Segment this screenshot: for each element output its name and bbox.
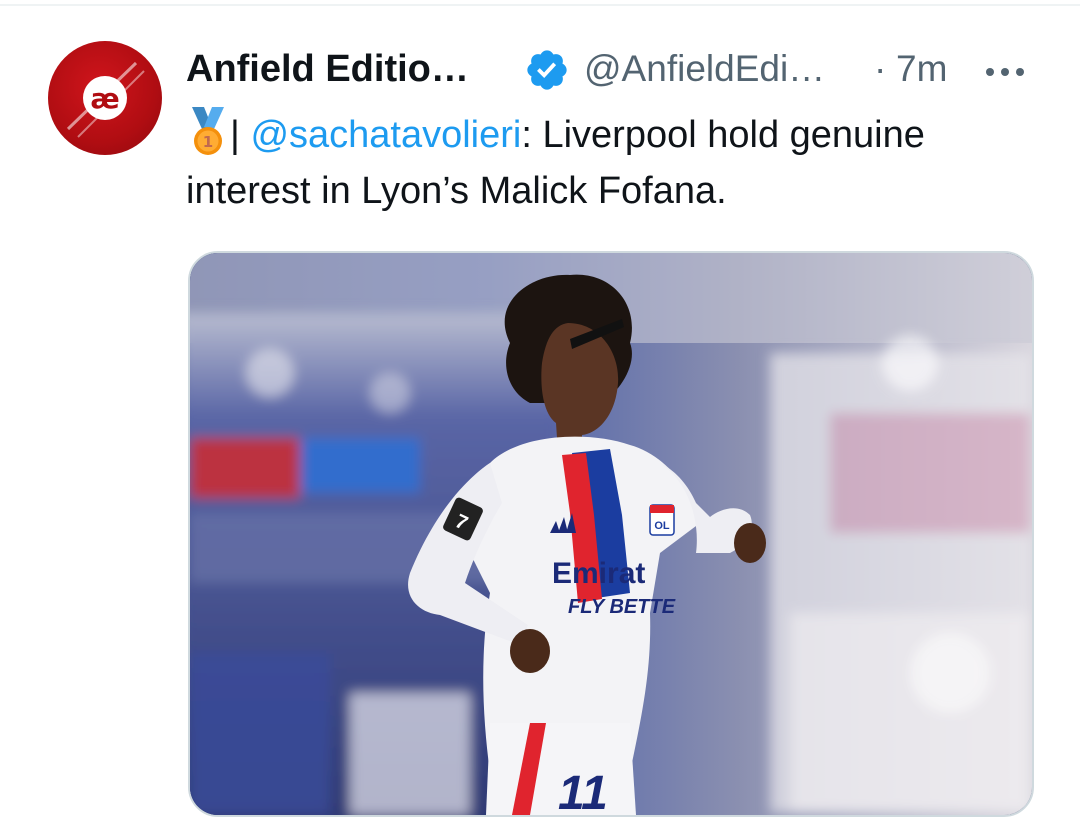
shirt-sponsor-2: FLY BETTE [568, 596, 676, 618]
mention-link[interactable]: @sachatavolieri [250, 114, 521, 156]
top-divider [0, 4, 1080, 6]
shirt-sponsor-1: Emirat [552, 557, 645, 590]
tweet-timestamp[interactable]: 7m [896, 44, 947, 94]
author-handle[interactable]: @AnfieldEdi… [584, 44, 825, 94]
first-place-medal-icon: 1 [192, 107, 224, 155]
crest-text: OL [654, 520, 670, 532]
separator-dot: · [874, 48, 887, 89]
author-avatar[interactable]: æ [48, 41, 162, 155]
player-photo: Emirat FLY BETTE OL 7 11 [190, 253, 1032, 815]
svg-text:1: 1 [203, 133, 213, 151]
tweet-media-image[interactable]: Emirat FLY BETTE OL 7 11 [188, 251, 1034, 817]
avatar-text: æ [90, 82, 119, 115]
tweet-header: Anfield Editio… @AnfieldEdi… · 7m [186, 44, 1036, 96]
pipe-separator: | [230, 114, 240, 156]
more-options-icon[interactable] [982, 48, 1028, 92]
shirt-number: 11 [558, 767, 608, 815]
verified-badge-icon [527, 50, 567, 90]
avatar-logo-icon: æ [66, 61, 145, 138]
tweet-text: 1 | @sachatavolieri: Liverpool hold genu… [186, 105, 1046, 219]
author-display-name[interactable]: Anfield Editio… [186, 44, 469, 94]
